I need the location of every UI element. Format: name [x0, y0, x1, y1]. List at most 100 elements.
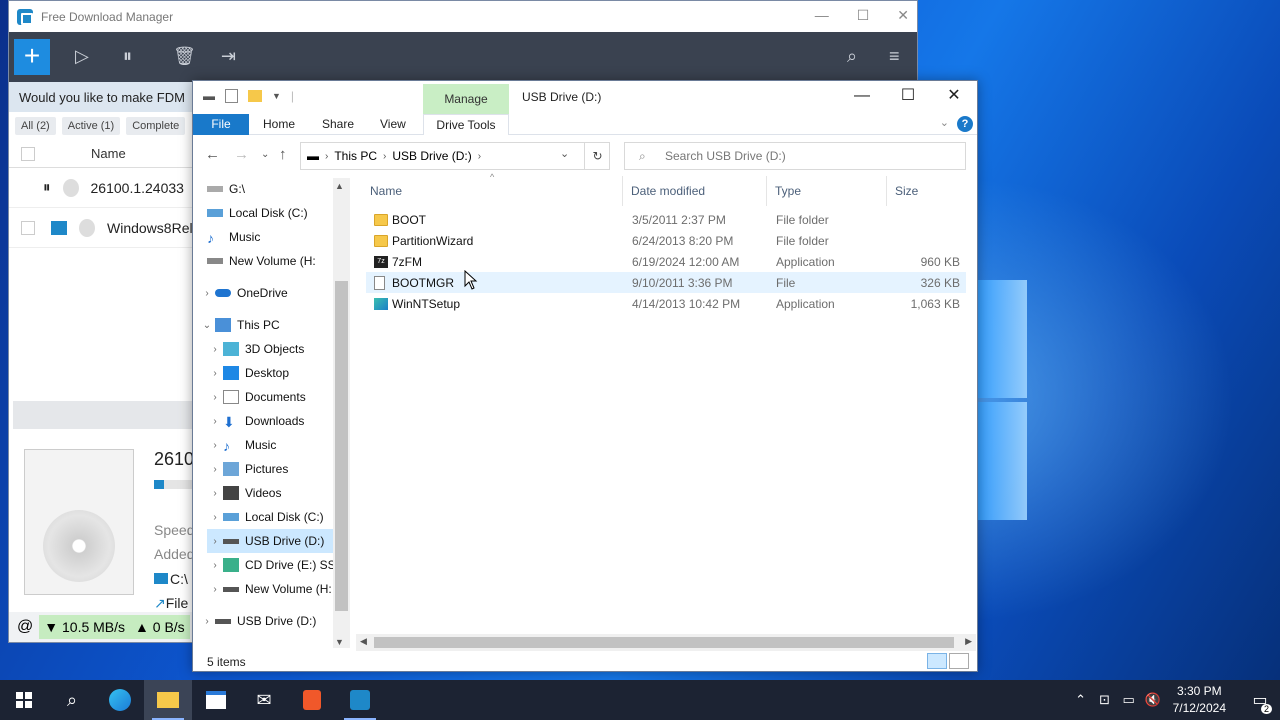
nav-item-desktop[interactable]: › Desktop [207, 361, 289, 385]
nav-item-local-disk-c[interactable]: › Local Disk (C:) [207, 505, 323, 529]
refresh-icon[interactable]: ↻ [584, 142, 610, 170]
scroll-down-icon[interactable]: ▼ [335, 637, 344, 647]
menu-icon[interactable]: ≡ [889, 46, 900, 67]
large-icons-view-icon[interactable] [949, 653, 969, 669]
taskbar-brave[interactable] [288, 680, 336, 720]
customize-qat-icon[interactable]: ▼ [272, 91, 281, 101]
move-icon[interactable]: ⇥ [221, 46, 236, 67]
file-explorer-icon [157, 692, 179, 708]
back-icon[interactable]: ← [205, 146, 220, 163]
column-size[interactable]: Size [895, 176, 918, 206]
nav-item-music[interactable]: ♪ Music [207, 225, 260, 249]
fdm-icon [350, 690, 370, 710]
resume-icon[interactable]: ▷ [75, 46, 89, 67]
network-icon[interactable]: ▭ [1117, 692, 1141, 708]
nav-item-pictures[interactable]: › Pictures [207, 457, 288, 481]
nav-item-usb-drive[interactable]: › USB Drive (D:) [207, 529, 333, 553]
file-row[interactable]: PartitionWizard 6/24/2013 8:20 PM File f… [366, 230, 966, 251]
pause-icon[interactable]: ⏸ [43, 179, 51, 196]
start-button[interactable] [0, 680, 48, 720]
breadcrumb-usb-drive[interactable]: USB Drive (D:) [392, 149, 471, 163]
tab-all[interactable]: All (2) [15, 117, 56, 135]
maximize-icon[interactable]: ☐ [885, 81, 931, 111]
file-row[interactable]: WinNTSetup 4/14/2013 10:42 PM Applicatio… [366, 293, 966, 314]
maximize-icon[interactable]: ☐ [857, 7, 870, 24]
tab-view[interactable]: View [380, 114, 406, 135]
nav-item-g[interactable]: G:\ [207, 177, 245, 201]
column-date-modified[interactable]: Date modified [631, 176, 705, 206]
up-icon[interactable]: ↑ [279, 146, 287, 163]
volume-muted-icon[interactable]: 🔇 [1141, 692, 1165, 708]
nav-item-documents[interactable]: › Documents [207, 385, 306, 409]
meet-now-icon[interactable]: ⊡ [1093, 692, 1117, 708]
column-name[interactable]: Name [370, 176, 402, 206]
taskbar-store[interactable] [192, 680, 240, 720]
detail-path[interactable]: C:\ [154, 571, 188, 587]
nav-item-music-pc[interactable]: › ♪ Music [207, 433, 276, 457]
navigation-pane: G:\ Local Disk (C:) ♪ Music New Volume (H… [193, 176, 351, 651]
clock[interactable]: 3:30 PM 7/12/2024 [1173, 683, 1226, 717]
close-icon[interactable]: ✕ [931, 81, 977, 111]
nav-item-new-volume[interactable]: New Volume (H: [207, 249, 316, 273]
new-folder-icon[interactable] [248, 90, 262, 102]
search-button[interactable]: ⌕ [48, 680, 96, 720]
nav-item-videos[interactable]: › Videos [207, 481, 281, 505]
close-icon[interactable]: ✕ [897, 7, 909, 24]
detail-file[interactable]: ↗File [154, 595, 188, 612]
file-row[interactable]: BOOT 3/5/2011 2:37 PM File folder [366, 209, 966, 230]
minimize-icon[interactable]: — [839, 81, 885, 111]
folder-icon[interactable] [51, 220, 67, 235]
properties-icon[interactable] [225, 89, 238, 103]
address-dropdown-icon[interactable]: ⌄ [560, 147, 569, 160]
nav-item-cd-drive[interactable]: › CD Drive (E:) SSS [207, 553, 344, 577]
taskbar-edge[interactable] [96, 680, 144, 720]
scroll-left-icon[interactable]: ◀ [360, 636, 367, 647]
nav-item-this-pc[interactable]: ⌄ This PC [199, 313, 280, 337]
taskbar-mail[interactable]: ✉ [240, 680, 288, 720]
horizontal-scroll-thumb[interactable] [374, 637, 954, 648]
tab-drive-tools[interactable]: Drive Tools [423, 114, 509, 135]
recent-locations-icon[interactable]: ⌄ [261, 149, 269, 160]
fdm-toolbar: + ▷ ⏸ 🗑 ⇥ ⌕ ≡ [9, 32, 917, 82]
expand-ribbon-icon[interactable]: ⌄ [940, 116, 949, 129]
nav-item-new-volume-h[interactable]: › New Volume (H: [207, 577, 331, 601]
tab-active[interactable]: Active (1) [61, 117, 121, 135]
tab-complete[interactable]: Complete [126, 117, 186, 135]
tab-home[interactable]: Home [263, 114, 295, 135]
row-checkbox[interactable] [21, 220, 35, 235]
show-hidden-icons-icon[interactable]: ⌃ [1069, 692, 1093, 708]
file-row[interactable]: BOOTMGR 9/10/2011 3:36 PM File 326 KB [366, 272, 966, 293]
tab-share[interactable]: Share [322, 114, 354, 135]
forward-icon[interactable]: → [234, 146, 249, 163]
horizontal-scrollbar[interactable]: ◀ ▶ [356, 634, 976, 651]
drive-icon[interactable]: ▬ [203, 89, 215, 103]
detail-added-label: Added [154, 546, 195, 562]
minimize-icon[interactable]: — [815, 7, 829, 24]
nav-scroll-thumb[interactable] [335, 281, 348, 611]
detail-speed-label: Speed [154, 522, 195, 538]
nav-item-3d-objects[interactable]: › 3D Objects [207, 337, 304, 361]
scroll-right-icon[interactable]: ▶ [965, 636, 972, 647]
notification-center-button[interactable]: ▭ 2 [1240, 690, 1280, 714]
taskbar-fdm[interactable] [336, 680, 384, 720]
tab-file[interactable]: File [193, 114, 249, 135]
file-row[interactable]: 7z 7zFM 6/19/2024 12:00 AM Application 9… [366, 251, 966, 272]
search-input[interactable]: ⌕ Search USB Drive (D:) [624, 142, 966, 170]
nav-item-onedrive[interactable]: › OneDrive [199, 281, 287, 305]
breadcrumb-this-pc[interactable]: This PC [334, 149, 377, 163]
details-view-icon[interactable] [927, 653, 947, 669]
scroll-up-icon[interactable]: ▲ [335, 181, 344, 191]
snail-icon[interactable]: @ [17, 618, 33, 636]
column-name[interactable]: Name [91, 146, 126, 161]
nav-item-usb-drive-root[interactable]: › USB Drive (D:) [199, 609, 316, 633]
add-download-button[interactable]: + [14, 39, 50, 75]
nav-item-local-disk[interactable]: Local Disk (C:) [207, 201, 308, 225]
pause-icon[interactable]: ⏸ [123, 46, 132, 67]
delete-icon[interactable]: 🗑 [173, 46, 196, 67]
select-all-checkbox[interactable] [21, 146, 35, 161]
taskbar-file-explorer[interactable] [144, 680, 192, 720]
search-icon[interactable]: ⌕ [847, 46, 857, 67]
column-type[interactable]: Type [775, 176, 801, 206]
help-icon[interactable]: ? [957, 116, 973, 132]
nav-item-downloads[interactable]: › ⬇ Downloads [207, 409, 304, 433]
